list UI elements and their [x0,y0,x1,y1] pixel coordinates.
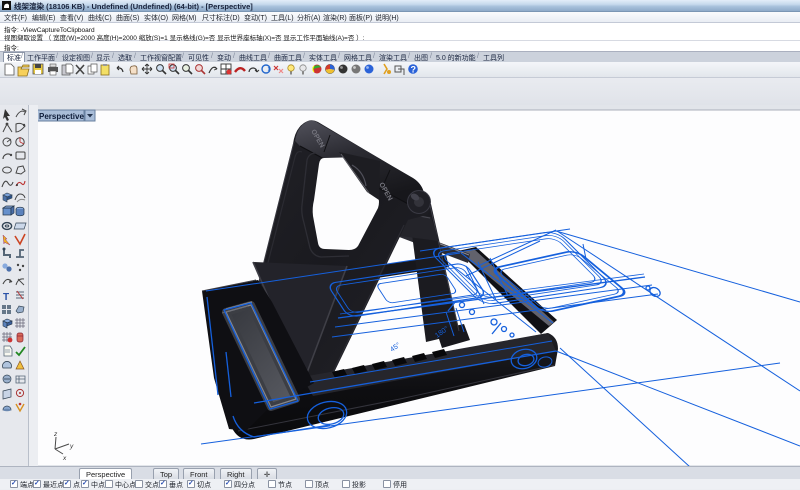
svg-text:T: T [3,292,9,303]
svg-text:?: ? [411,65,417,75]
svg-text:Perspective: Perspective [39,112,84,121]
